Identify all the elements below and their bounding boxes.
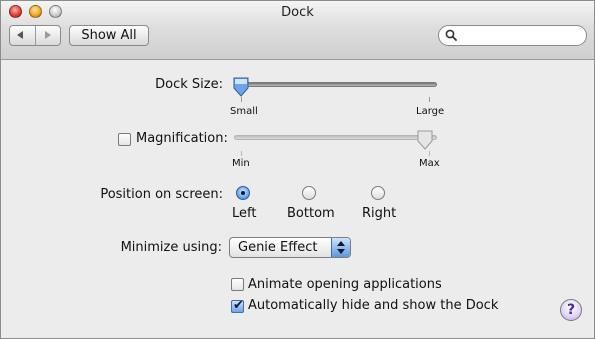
checkmark-icon: ✔ <box>233 298 244 313</box>
toolbar: Dock Show All <box>1 1 594 60</box>
dock-size-tick-max <box>429 97 430 102</box>
dock-size-label: Dock Size: <box>155 77 223 92</box>
help-button[interactable]: ? <box>560 299 582 321</box>
arrow-right-icon <box>45 31 51 39</box>
minimize-effect-popup[interactable]: Genie Effect <box>229 237 351 258</box>
window-title: Dock <box>281 5 314 20</box>
magnification-min-label: Min <box>232 158 250 169</box>
position-right-label: Right <box>362 206 397 221</box>
back-button[interactable] <box>10 26 36 45</box>
dock-size-slider-thumb[interactable] <box>233 77 249 97</box>
minimize-effect-value: Genie Effect <box>238 240 318 255</box>
radio-dot-icon <box>241 191 245 195</box>
position-right-radio[interactable] <box>371 186 385 200</box>
preferences-window: Dock Show All Dock Size: Small Large Mag… <box>0 0 595 339</box>
position-left-radio[interactable] <box>236 186 250 200</box>
magnification-slider-thumb[interactable] <box>417 130 433 150</box>
forward-button[interactable] <box>36 26 61 45</box>
magnification-tick-max <box>429 151 430 156</box>
magnification-checkbox[interactable] <box>118 133 131 146</box>
show-all-button[interactable]: Show All <box>69 25 149 46</box>
position-bottom-label: Bottom <box>287 206 335 221</box>
magnification-tick-min <box>241 151 242 156</box>
minimize-label: Minimize using: <box>120 240 222 255</box>
position-label: Position on screen: <box>100 187 223 202</box>
magnification-max-label: Max <box>419 158 440 169</box>
animate-opening-checkbox[interactable] <box>231 278 244 291</box>
position-left-label: Left <box>232 206 257 221</box>
search-icon <box>445 29 457 41</box>
autohide-dock-checkbox[interactable]: ✔ <box>231 298 244 313</box>
arrow-left-icon <box>17 31 23 39</box>
magnification-slider-track[interactable] <box>234 135 437 140</box>
dock-size-min-label: Small <box>230 106 258 117</box>
navigation-buttons <box>9 25 61 46</box>
dock-size-slider-track[interactable] <box>234 82 437 87</box>
search-field[interactable] <box>438 25 587 46</box>
dock-size-max-label: Large <box>416 106 445 117</box>
search-input[interactable] <box>461 28 583 45</box>
magnification-label: Magnification: <box>136 131 228 146</box>
dock-size-tick-min <box>241 97 242 102</box>
popup-arrows-icon <box>331 238 350 257</box>
position-bottom-radio[interactable] <box>302 186 316 200</box>
animate-opening-label: Animate opening applications <box>248 277 442 292</box>
autohide-dock-label: Automatically hide and show the Dock <box>248 298 499 313</box>
